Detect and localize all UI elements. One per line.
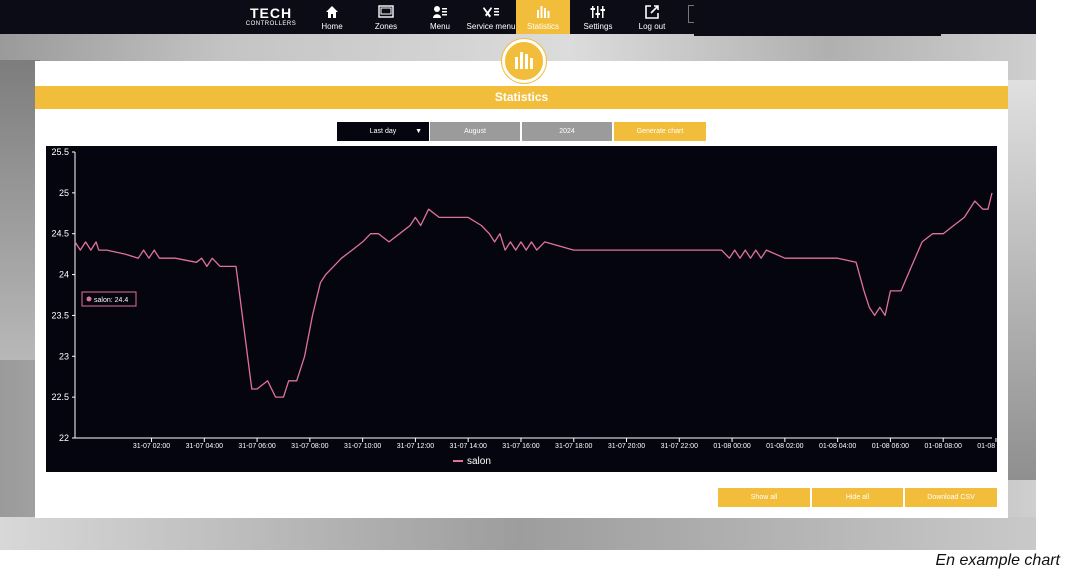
service-menu-icon <box>465 5 517 19</box>
x-tick-label: 01-08 04:00 <box>819 443 856 450</box>
x-tick-label: 31-07 10:00 <box>344 443 381 450</box>
nav-log-out[interactable]: Log out <box>636 0 668 34</box>
home-icon <box>316 5 348 19</box>
nav-home[interactable]: Home <box>316 0 348 34</box>
tooltip-text: salon: 24.4 <box>94 297 128 304</box>
nav-menu-label: Menu <box>429 22 450 31</box>
log-out-icon <box>636 5 668 19</box>
show-all-button[interactable]: Show all <box>718 488 810 507</box>
x-tick-label: 01-08 00:00 <box>713 443 750 450</box>
nav-service-menu-label: Service menu <box>466 22 516 31</box>
x-tick-label: 31-07 06:00 <box>238 443 275 450</box>
x-tick-label: 31-07 20:00 <box>608 443 645 450</box>
x-tick-label: 31-07 22:00 <box>661 443 698 450</box>
series-line-salon <box>74 192 993 398</box>
nav-statistics-label: Statistics <box>526 22 559 31</box>
background-shape-left <box>0 60 40 360</box>
x-tick-label: 31-07 12:00 <box>397 443 434 450</box>
range-select[interactable]: Last day ▼ <box>337 122 429 141</box>
y-tick-label: 22 <box>59 433 69 443</box>
tech-logo[interactable]: TECH CONTROLLERS <box>244 6 298 28</box>
page-title: Statistics <box>35 86 1008 109</box>
hide-all-button[interactable]: Hide all <box>812 488 903 507</box>
download-csv-button[interactable]: Download CSV <box>905 488 997 507</box>
chart-tooltip: salon: 24.4 <box>81 291 137 307</box>
x-tick-label: 01-08 02:00 <box>766 443 803 450</box>
y-tick-label: 23.5 <box>51 310 69 320</box>
figure-caption: En example chart <box>935 552 1060 569</box>
chevron-down-icon: ▼ <box>415 128 422 135</box>
x-tick-label: 31-07 14:00 <box>450 443 487 450</box>
zones-icon <box>368 5 404 19</box>
x-tick-label: 01-08 08:00 <box>924 443 961 450</box>
x-tick-label: 31-07 08:00 <box>291 443 328 450</box>
y-tick-label: 24.5 <box>51 229 69 239</box>
y-tick-label: 22.5 <box>51 392 69 402</box>
y-tick-label: 25 <box>59 188 69 198</box>
x-tick-label: 31-07 02:00 <box>133 443 170 450</box>
y-tick-label: 23 <box>59 351 69 361</box>
nav-settings[interactable]: Settings <box>580 0 616 34</box>
nav-home-label: Home <box>321 22 343 31</box>
logo-line2: CONTROLLERS <box>245 21 297 27</box>
chart-canvas: 25.5 25 24.5 24 23.5 23 22.5 22 31-07 02:00 31-07… <box>51 147 1014 467</box>
legend-label-salon: salon <box>467 456 491 467</box>
nav-zones-label: Zones <box>374 22 398 31</box>
statistics-panel: Statistics Last day ▼ August 2024 Genera… <box>35 39 1015 518</box>
y-tick-label: 25.5 <box>51 147 69 157</box>
statistics-chart: 25.5 25 24.5 24 23.5 23 22.5 22 31-07 02:00 31-07… <box>46 146 1015 472</box>
x-tick-label: 31-07 16:00 <box>502 443 539 450</box>
logo-line1: TECH <box>249 5 293 21</box>
month-select[interactable]: August <box>430 122 520 141</box>
x-tick-label: 01-08 10:00 <box>977 443 997 450</box>
menu-icon <box>424 5 456 19</box>
year-select[interactable]: 2024 <box>522 122 612 141</box>
settings-icon <box>580 5 616 19</box>
generate-chart-button[interactable]: Generate chart <box>614 122 706 141</box>
nav-menu[interactable]: Menu <box>424 0 456 34</box>
x-tick-label: 31-07 18:00 <box>555 443 592 450</box>
statistics-badge-icon <box>502 39 546 83</box>
x-tick-label: 01-08 06:00 <box>872 443 909 450</box>
background-floor <box>0 517 1036 550</box>
statistics-icon <box>516 5 570 19</box>
nav-zones[interactable]: Zones <box>368 0 404 34</box>
x-tick-label: 31-07 04:00 <box>186 443 223 450</box>
nav-log-out-label: Log out <box>638 22 666 31</box>
nav-service-menu[interactable]: Service menu <box>465 0 517 34</box>
navbar-extension <box>694 0 941 36</box>
tooltip-marker <box>86 296 92 302</box>
nav-settings-label: Settings <box>583 22 613 31</box>
y-tick-label: 24 <box>59 270 69 280</box>
nav-statistics[interactable]: Statistics <box>516 0 570 34</box>
range-select-value: Last day <box>369 128 397 135</box>
